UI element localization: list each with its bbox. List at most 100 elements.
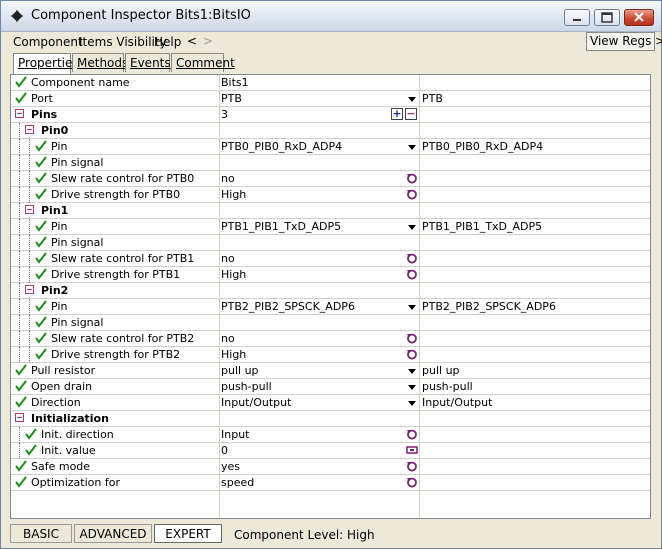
property-value[interactable]: Bits1 [221,75,249,90]
property-name: Pin2 [41,284,69,297]
view-regs-button[interactable]: View Regs > [586,32,662,51]
property-value[interactable]: 0 [221,443,228,458]
tree-connector [19,427,21,443]
checkmark-icon [35,332,47,344]
property-row[interactable]: Safe mode yes [11,459,650,475]
property-value[interactable]: yes [221,459,240,474]
property-row[interactable]: Optimization for speed [11,475,650,491]
property-value[interactable]: PTB2_PIB2_SPSCK_ADP6 [221,299,355,314]
property-name: Port [31,92,53,105]
tree-connector [19,139,21,155]
property-row[interactable]: Open drain push-pull push-pull [11,379,650,395]
property-value[interactable]: High [221,267,246,282]
property-value[interactable]: PTB1_PIB1_TxD_ADP5 [221,219,341,234]
property-value[interactable]: High [221,347,246,362]
mode-advanced-button[interactable]: ADVANCED [74,524,152,543]
property-row[interactable]: Slew rate control for PTB0 no [11,171,650,187]
forward-arrow-icon[interactable]: > [203,34,213,48]
tree-connector [19,267,21,283]
menu-help[interactable]: Help [154,35,181,49]
property-row[interactable]: Drive strength for PTB0 High [11,187,650,203]
bit-editor-icon[interactable] [406,444,418,456]
collapse-icon[interactable] [15,109,24,118]
property-value[interactable]: pull up [221,363,259,378]
property-value[interactable]: Input/Output [221,395,291,410]
collapse-icon[interactable] [25,205,34,214]
property-group-row[interactable]: Pins 3 + − [11,107,650,123]
property-resolved-value: pull up [422,364,460,377]
property-value[interactable]: High [221,187,246,202]
chevron-down-icon[interactable] [406,380,418,393]
reset-icon[interactable] [406,252,418,264]
property-row[interactable]: Direction Input/Output Input/Output [11,395,650,411]
reset-icon[interactable] [406,268,418,280]
chevron-down-icon[interactable] [406,300,418,313]
property-row[interactable]: Pin signal [11,235,650,251]
collapse-icon[interactable] [25,125,34,134]
chevron-down-icon[interactable] [406,220,418,233]
property-row[interactable]: Pin signal [11,155,650,171]
property-name: Optimization for [31,476,120,489]
property-row[interactable]: Component name Bits1 [11,75,650,91]
chevron-down-icon[interactable] [406,364,418,377]
reset-icon[interactable] [406,428,418,440]
reset-icon[interactable] [406,460,418,472]
tab-comment[interactable]: Comment [171,53,235,72]
minimize-button[interactable] [564,9,590,26]
maximize-button[interactable] [594,9,620,26]
reset-icon[interactable] [406,348,418,360]
chevron-down-icon[interactable] [406,92,418,105]
collapse-icon[interactable] [15,413,24,422]
property-row[interactable]: Pin PTB0_PIB0_RxD_ADP4 PTB0_PIB0_RxD_ADP4 [11,139,650,155]
property-value[interactable]: Input [221,427,249,442]
property-group-row[interactable]: Initialization [11,411,650,427]
mode-basic-button[interactable]: BASIC [10,524,72,543]
property-name: Pull resistor [31,364,96,377]
property-group-row[interactable]: Pin0 [11,123,650,139]
property-row[interactable]: Pin signal [11,315,650,331]
property-row[interactable]: Slew rate control for PTB1 no [11,251,650,267]
status-bar: BASIC ADVANCED EXPERT Component Level: H… [10,523,651,543]
reset-icon[interactable] [406,476,418,488]
close-button[interactable] [624,9,654,26]
property-row[interactable]: Slew rate control for PTB2 no [11,331,650,347]
collapse-icon[interactable] [25,285,34,294]
tab-properties[interactable]: Properties [13,53,79,74]
property-value[interactable]: push-pull [221,379,272,394]
tree-connector [29,315,31,331]
tab-methods[interactable]: Methods [72,53,128,72]
property-group-row[interactable]: Pin2 [11,283,650,299]
property-row[interactable]: Pull resistor pull up pull up [11,363,650,379]
property-value[interactable]: PTB0_PIB0_RxD_ADP4 [221,139,342,154]
menu-component[interactable]: Component [13,35,83,49]
property-value[interactable]: no [221,331,235,346]
checkmark-icon [15,92,27,104]
reset-icon[interactable] [406,332,418,344]
add-item-button[interactable]: + [391,108,403,120]
property-value[interactable]: PTB [221,91,242,106]
property-row[interactable]: Port PTB PTB [11,91,650,107]
property-value[interactable]: speed [221,475,254,490]
chip-icon [11,10,23,22]
chevron-down-icon[interactable] [406,140,418,153]
property-row[interactable]: Pin PTB1_PIB1_TxD_ADP5 PTB1_PIB1_TxD_ADP5 [11,219,650,235]
property-value[interactable]: no [221,251,235,266]
chevron-down-icon[interactable] [406,396,418,409]
checkmark-icon [15,460,27,472]
tab-events[interactable]: Events [125,53,171,72]
tree-connector [29,155,31,171]
property-group-row[interactable]: Pin1 [11,203,650,219]
property-value[interactable]: no [221,171,235,186]
property-row[interactable]: Init. direction Input [11,427,650,443]
title-bar[interactable]: Component Inspector Bits1:BitsIO [1,1,661,32]
reset-icon[interactable] [406,172,418,184]
back-arrow-icon[interactable]: < [187,34,197,48]
property-row[interactable]: Drive strength for PTB1 High [11,267,650,283]
property-row[interactable]: Drive strength for PTB2 High [11,347,650,363]
remove-item-button[interactable]: − [405,108,417,120]
mode-expert-button[interactable]: EXPERT [154,524,222,543]
property-row[interactable]: Init. value 0 [11,443,650,459]
property-value[interactable]: 3 [221,107,228,122]
property-row[interactable]: Pin PTB2_PIB2_SPSCK_ADP6 PTB2_PIB2_SPSCK_A… [11,299,650,315]
reset-icon[interactable] [406,188,418,200]
